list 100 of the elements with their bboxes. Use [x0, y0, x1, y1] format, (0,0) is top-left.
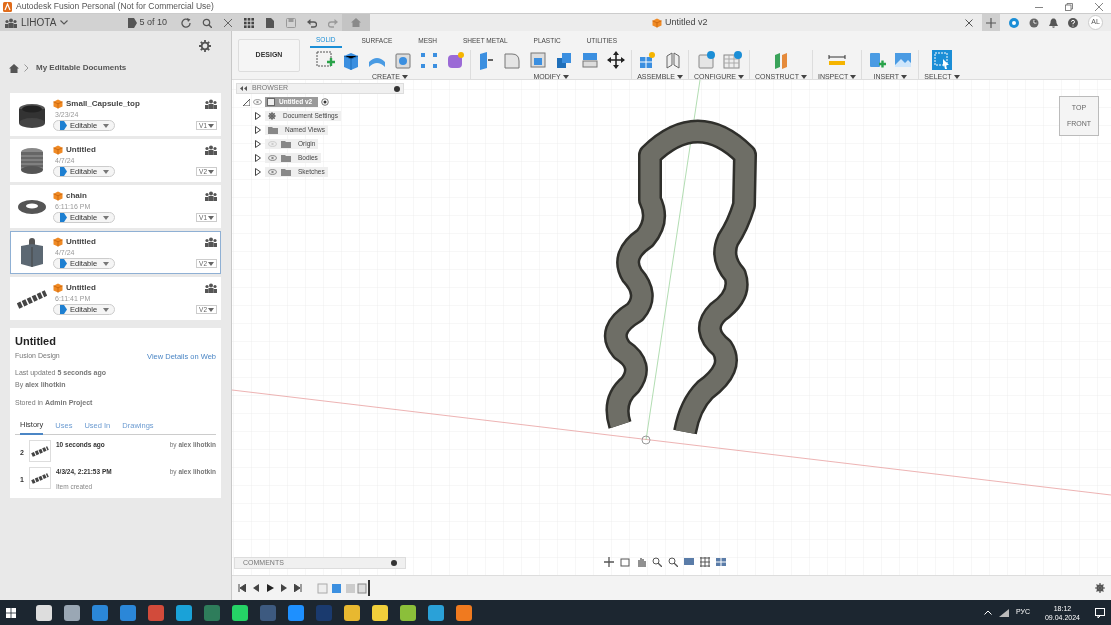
home-icon[interactable]: [9, 63, 19, 73]
grid-icon[interactable]: [243, 17, 254, 28]
eye-icon[interactable]: [253, 99, 262, 105]
app-icon[interactable]: [287, 603, 305, 622]
caret-icon: [208, 307, 214, 312]
orbit-icon[interactable]: [604, 557, 614, 567]
joint-icon[interactable]: [663, 49, 683, 70]
table-icon[interactable]: [722, 49, 742, 70]
settings-icon[interactable]: [199, 40, 211, 52]
team-icon[interactable]: [205, 283, 217, 293]
document-name[interactable]: Untitled: [66, 235, 96, 248]
first-icon[interactable]: [238, 584, 246, 592]
home-icon: [351, 18, 361, 27]
move-icon[interactable]: [606, 49, 626, 70]
team-icon[interactable]: [205, 99, 217, 109]
zoom-icon[interactable]: [652, 557, 662, 567]
configure-icon[interactable]: [696, 49, 716, 70]
app-icon[interactable]: [371, 603, 389, 622]
document-count-button[interactable]: 5 of 10: [128, 14, 167, 31]
form-icon[interactable]: [445, 49, 465, 70]
add-comment-icon[interactable]: [391, 560, 397, 566]
maximize-icon[interactable]: [1065, 2, 1073, 11]
grid-icon[interactable]: [700, 557, 710, 567]
shell-icon[interactable]: [528, 49, 548, 70]
clock-icon[interactable]: [1029, 17, 1039, 28]
next-icon[interactable]: [280, 584, 288, 592]
caret-icon: [103, 123, 109, 128]
activate-icon[interactable]: [321, 98, 330, 106]
collapse-triangle-icon[interactable]: [243, 98, 250, 106]
pin-icon[interactable]: [394, 85, 400, 92]
window-title: Autodesk Fusion Personal (Not for Commercial Use): [16, 0, 214, 13]
close-icon[interactable]: [222, 17, 233, 28]
notification-icon[interactable]: [1095, 607, 1105, 618]
document-name[interactable]: Untitled: [66, 143, 96, 156]
close-icon[interactable]: [1095, 2, 1103, 11]
wifi-icon: [998, 608, 1009, 617]
last-icon[interactable]: [294, 584, 302, 592]
caret-icon: [208, 169, 214, 174]
tag-icon: [60, 305, 67, 315]
look-at-icon[interactable]: [620, 557, 630, 567]
team-icon[interactable]: [5, 17, 17, 28]
document-icon: [128, 17, 138, 28]
fit-icon[interactable]: [668, 557, 678, 567]
timeline-features-drawing[interactable]: [316, 580, 372, 596]
app-icon[interactable]: [427, 603, 445, 622]
document-name[interactable]: chain: [66, 189, 87, 202]
document-icon: [267, 98, 275, 106]
cube-icon: [652, 17, 662, 28]
previous-icon[interactable]: [252, 584, 260, 592]
team-icon[interactable]: [205, 191, 217, 201]
breadcrumb-link[interactable]: My Editable Documents: [36, 62, 127, 74]
eye-icon[interactable]: [268, 169, 277, 175]
settings-icon[interactable]: [1095, 583, 1105, 593]
eye-icon[interactable]: [268, 155, 277, 161]
bell-icon[interactable]: [1049, 17, 1058, 28]
app-icon[interactable]: [455, 603, 473, 622]
team-icon[interactable]: [205, 237, 217, 247]
app-icon[interactable]: [343, 603, 361, 622]
cube-icon: [53, 98, 63, 109]
select-icon[interactable]: [931, 49, 952, 70]
tag-icon: [60, 213, 67, 223]
document-name[interactable]: Untitled: [66, 281, 96, 294]
tag-icon: [60, 167, 67, 177]
caret-icon: [103, 307, 109, 312]
search-icon[interactable]: [201, 17, 212, 28]
refresh-icon[interactable]: [180, 17, 191, 28]
app-icon[interactable]: [63, 603, 81, 622]
caret-icon: [103, 215, 109, 220]
tag-icon: [60, 259, 67, 269]
play-icon[interactable]: [266, 584, 274, 592]
new-component-icon[interactable]: [637, 49, 657, 70]
tag-icon: [60, 121, 67, 131]
team-icon[interactable]: [205, 145, 217, 155]
app-icon[interactable]: [119, 603, 137, 622]
start-icon[interactable]: [6, 607, 16, 618]
viewports-icon[interactable]: [716, 557, 726, 567]
chevron-right-icon: [24, 64, 29, 72]
app-icon[interactable]: [399, 603, 417, 622]
app-icon[interactable]: [175, 603, 193, 622]
file-icon[interactable]: [264, 17, 275, 28]
sketch-icon[interactable]: [315, 49, 335, 70]
cube-icon: [53, 190, 63, 201]
gear-icon: [268, 112, 276, 120]
document-tab[interactable]: Untitled v2: [652, 14, 708, 31]
model-thumbnail: [29, 439, 51, 462]
display-icon[interactable]: [684, 557, 694, 567]
model-thumbnail: [29, 466, 51, 489]
help-icon[interactable]: [1068, 17, 1078, 28]
caret-icon: [103, 169, 109, 174]
document-title: Untitled: [15, 334, 57, 349]
app-icon[interactable]: [91, 603, 109, 622]
document-name[interactable]: Small_Capsule_top: [66, 97, 140, 110]
app-icon[interactable]: [231, 603, 249, 622]
chevron-up-icon[interactable]: [983, 610, 992, 615]
close-icon[interactable]: [965, 18, 973, 27]
undo-icon[interactable]: [306, 17, 317, 28]
caret-icon: [208, 261, 214, 266]
collapse-icon[interactable]: [240, 86, 247, 91]
team-dropdown[interactable]: LIHOTA: [5, 14, 69, 31]
plus-icon: [986, 17, 996, 28]
